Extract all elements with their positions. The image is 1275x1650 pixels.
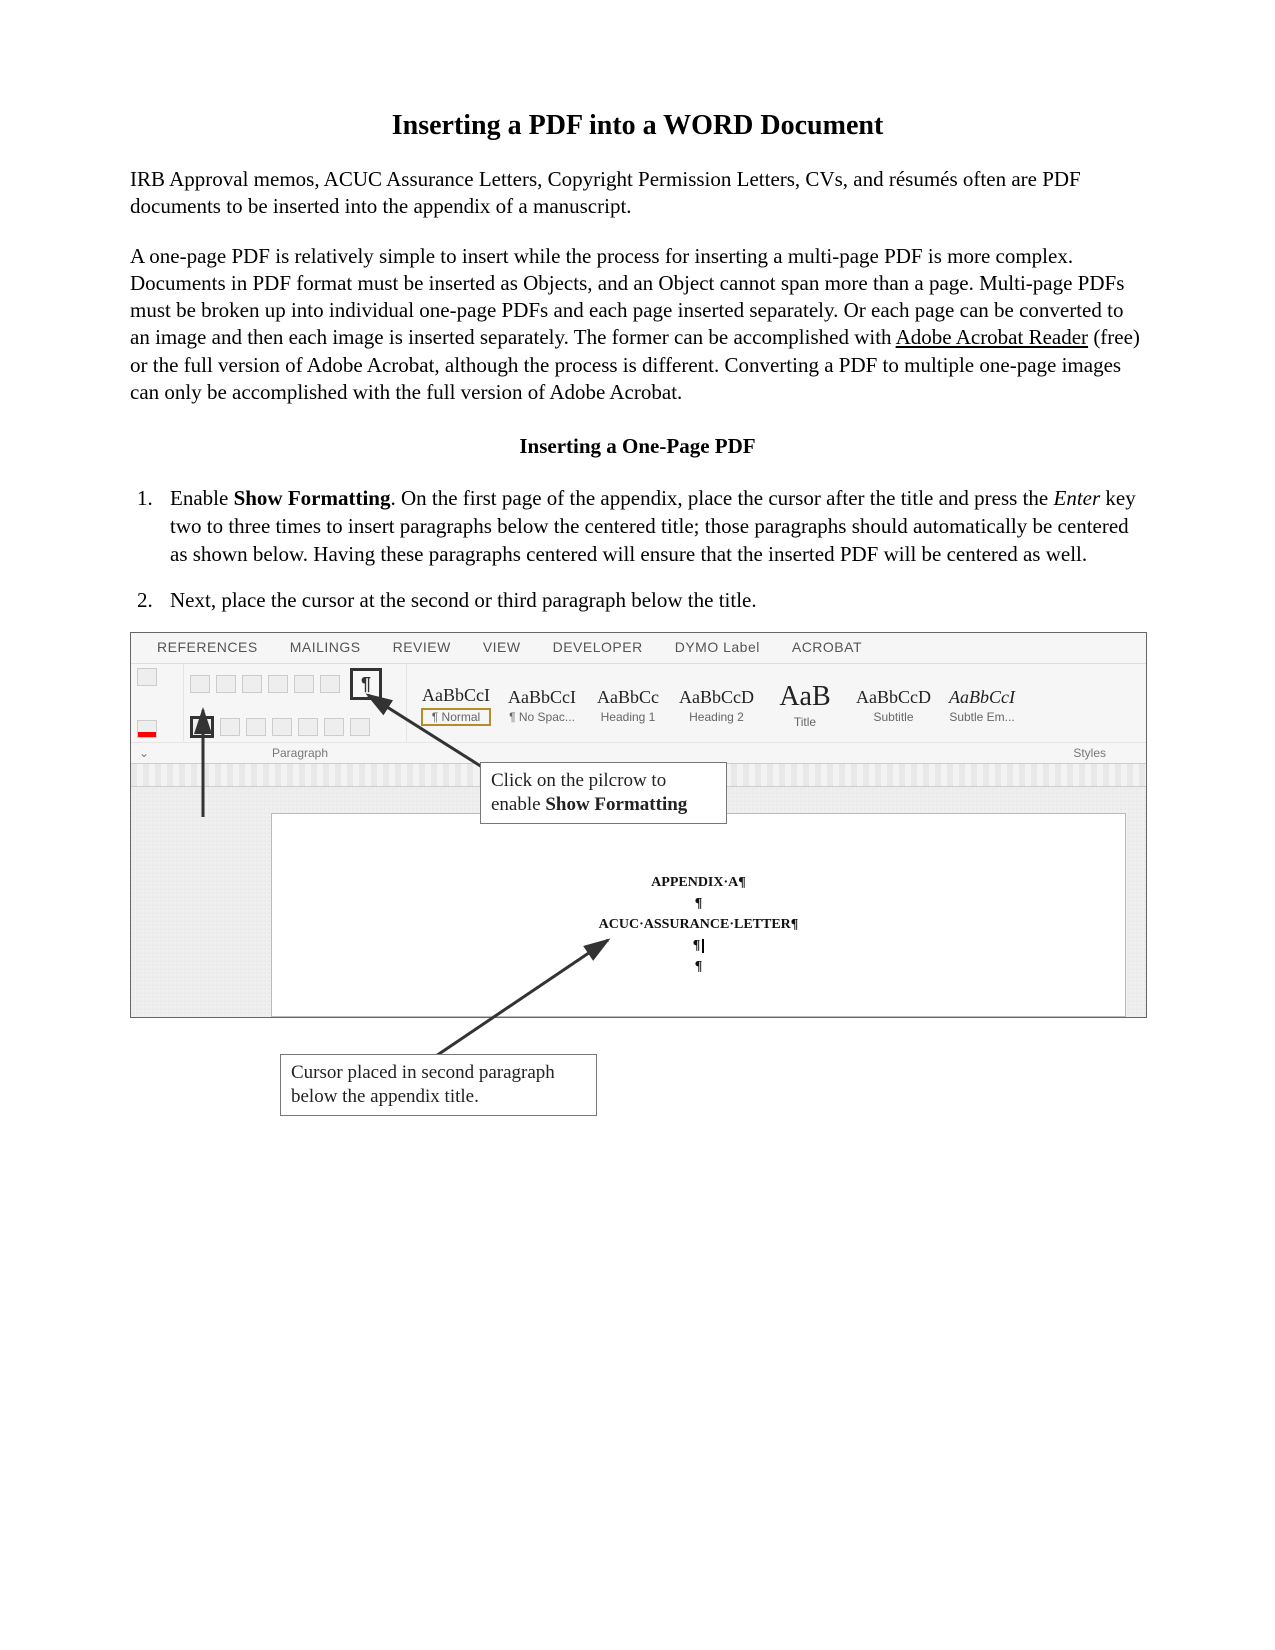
- format-painter-icon[interactable]: [137, 668, 157, 686]
- doc-pilcrow-1: ¶: [272, 893, 1125, 914]
- callout-cursor: Cursor placed in second paragraph below …: [280, 1054, 597, 1116]
- document-page: APPENDIX·A¶ ¶ ACUC·ASSURANCE·LETTER¶ ¶ ¶: [271, 813, 1126, 1017]
- doc-pilcrow-2: ¶: [272, 935, 1125, 956]
- step1-bold: Show Formatting: [234, 486, 391, 510]
- callout1-bold: Show Formatting: [545, 794, 687, 815]
- styles-gallery: AaBbCcI¶ NormalAaBbCcI¶ No Spac...AaBbCc…: [407, 664, 1146, 742]
- callout-pilcrow: Click on the pilcrow to enable Show Form…: [480, 762, 727, 824]
- tab-review[interactable]: REVIEW: [377, 637, 467, 657]
- tab-mailings[interactable]: MAILINGS: [274, 637, 377, 657]
- step1-italic: Enter: [1054, 486, 1101, 510]
- doc-line-appendix: APPENDIX·A¶: [272, 872, 1125, 893]
- justify-icon[interactable]: [272, 718, 292, 736]
- font-color-icon[interactable]: [137, 720, 157, 738]
- clipboard-group-label: ⌄: [131, 743, 187, 763]
- numbering-icon[interactable]: [216, 675, 236, 693]
- style-title[interactable]: AaBTitle: [762, 681, 848, 729]
- intro-paragraph-2: A one-page PDF is relatively simple to i…: [130, 243, 1145, 407]
- tab-dymo[interactable]: DYMO Label: [659, 637, 776, 657]
- style-subtitle[interactable]: AaBbCcDSubtitle: [848, 687, 939, 724]
- ribbon-tabs: REFERENCES MAILINGS REVIEW VIEW DEVELOPE…: [131, 633, 1146, 663]
- decrease-indent-icon[interactable]: [268, 675, 288, 693]
- step1-text-b: . On the first page of the appendix, pla…: [390, 486, 1053, 510]
- page-title: Inserting a PDF into a WORD Document: [130, 110, 1145, 142]
- intro-paragraph-1: IRB Approval memos, ACUC Assurance Lette…: [130, 166, 1145, 221]
- style-heading-2[interactable]: AaBbCcDHeading 2: [671, 687, 762, 724]
- section-heading: Inserting a One-Page PDF: [130, 434, 1145, 459]
- shading-icon[interactable]: [324, 718, 344, 736]
- arrow-vertical-icon: [188, 702, 218, 822]
- style-heading-1[interactable]: AaBbCcHeading 1: [585, 687, 671, 724]
- tab-acrobat[interactable]: ACROBAT: [776, 637, 878, 657]
- word-screenshot: REFERENCES MAILINGS REVIEW VIEW DEVELOPE…: [130, 632, 1145, 1112]
- style-subtle-em-[interactable]: AaBbCcISubtle Em...: [939, 687, 1025, 724]
- step-2: Next, place the cursor at the second or …: [158, 587, 1145, 615]
- doc-pilcrow-3: ¶: [272, 956, 1125, 977]
- styles-group-label: Styles: [1065, 743, 1146, 763]
- align-center-icon[interactable]: [220, 718, 240, 736]
- align-right-icon[interactable]: [246, 718, 266, 736]
- step1-text-a: Enable: [170, 486, 234, 510]
- adobe-reader-link[interactable]: Adobe Acrobat Reader: [896, 325, 1088, 349]
- doc-line-acuc: ACUC·ASSURANCE·LETTER¶: [272, 914, 1125, 935]
- line-spacing-icon[interactable]: [298, 718, 318, 736]
- bullets-icon[interactable]: [190, 675, 210, 693]
- increase-indent-icon[interactable]: [294, 675, 314, 693]
- tab-references[interactable]: REFERENCES: [141, 637, 274, 657]
- step-1: Enable Show Formatting. On the first pag…: [158, 485, 1145, 568]
- tab-developer[interactable]: DEVELOPER: [537, 637, 659, 657]
- multilevel-icon[interactable]: [242, 675, 262, 693]
- text-cursor-icon: [702, 939, 704, 953]
- arrow-to-cursor-icon: [420, 932, 660, 1072]
- style--no-spac-[interactable]: AaBbCcI¶ No Spac...: [499, 687, 585, 724]
- sort-icon[interactable]: [320, 675, 340, 693]
- tab-view[interactable]: VIEW: [467, 637, 537, 657]
